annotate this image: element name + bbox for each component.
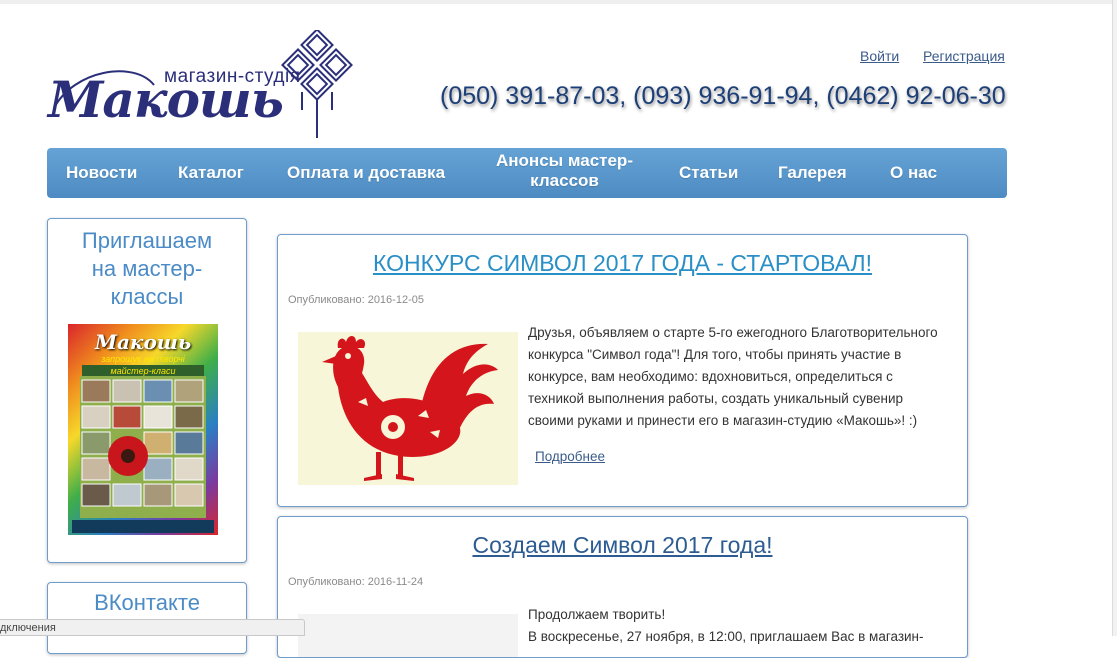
page-scrollbar[interactable] [1112, 0, 1117, 636]
site-logo[interactable]: магазин-студія Макошь [44, 30, 374, 142]
post-excerpt: Друзья, объявляем о старте 5-го ежегодно… [528, 322, 953, 432]
post-excerpt-line: В воскресенье, 27 ноября, в 12:00, пригл… [528, 629, 924, 644]
sidebar-vk-title: ВКонтакте [94, 590, 200, 615]
post-title-link[interactable]: Создаем Символ 2017 года! [278, 532, 967, 559]
logo-title: Макошь [48, 70, 284, 129]
post-excerpt-line: Продолжаем творить! [528, 607, 666, 622]
post-excerpt: Продолжаем творить! В воскресенье, 27 но… [528, 604, 953, 648]
browser-top-border [0, 0, 1117, 4]
workshops-poster-image[interactable]: Макошь запрошує на творчі майстер-класи [68, 324, 218, 535]
login-link[interactable]: Войти [860, 48, 899, 64]
news-post: КОНКУРС СИМВОЛ 2017 ГОДА - СТАРТОВАЛ! Оп… [277, 234, 968, 507]
browser-status-bar: дключения [0, 619, 305, 636]
post-excerpt-line: конкурсе, вам необходимо: вдохновиться, … [528, 369, 893, 384]
post-excerpt-line: своими руками и принести его в магазин-с… [528, 413, 918, 428]
rooster-image[interactable] [298, 332, 518, 485]
sidebar-workshops-title-line2: на мастер- [91, 256, 203, 281]
sidebar-workshops-box: Приглашаем на мастер- классы Макошь запр… [47, 218, 247, 563]
phone-numbers: (050) 391-87-03, (093) 936-91-94, (0462)… [440, 82, 1006, 110]
nav-item-payment-delivery[interactable]: Оплата и доставка [287, 163, 445, 183]
post-date: Опубликовано: 2016-11-24 [288, 576, 424, 588]
sidebar-workshops-title-line1: Приглашаем [81, 228, 213, 253]
nav-item-about[interactable]: О нас [890, 163, 937, 183]
nav-item-news[interactable]: Новости [66, 163, 137, 183]
sidebar-vk-box: ВКонтакте [47, 582, 247, 654]
poster-logo: Макошь [94, 330, 192, 354]
nav-item-workshop-line1: Анонсы мастер- [496, 151, 633, 170]
register-link[interactable]: Регистрация [923, 48, 1005, 64]
sidebar-workshops-title-line3: классы [110, 284, 184, 309]
main-nav: Новости Каталог Оплата и доставка Анонсы… [47, 148, 1007, 198]
post-image[interactable] [298, 614, 518, 657]
post-excerpt-line: конкурса "Символ года"! Для того, чтобы … [528, 347, 902, 362]
post-date: Опубликовано: 2016-12-05 [288, 294, 424, 306]
read-more-link[interactable]: Подробнее [535, 449, 605, 464]
post-title-link[interactable]: КОНКУРС СИМВОЛ 2017 ГОДА - СТАРТОВАЛ! [278, 250, 967, 277]
poster-line1: запрошує на творчі [101, 354, 185, 364]
nav-item-gallery[interactable]: Галерея [778, 163, 847, 183]
nav-item-workshop-line2: классов [530, 171, 599, 190]
rooster-icon [322, 336, 498, 481]
poster-photo-collage [80, 376, 206, 518]
post-excerpt-line: Друзья, объявляем о старте 5-го ежегодно… [528, 325, 938, 340]
nav-item-catalog[interactable]: Каталог [178, 163, 244, 183]
post-excerpt-line: техникой выполнения работы, создать уник… [528, 391, 904, 406]
nav-item-workshop-announcements[interactable]: Анонсы мастер- классов [487, 151, 642, 191]
news-post: Создаем Символ 2017 года! Опубликовано: … [277, 516, 968, 658]
nav-item-articles[interactable]: Статьи [679, 163, 738, 183]
